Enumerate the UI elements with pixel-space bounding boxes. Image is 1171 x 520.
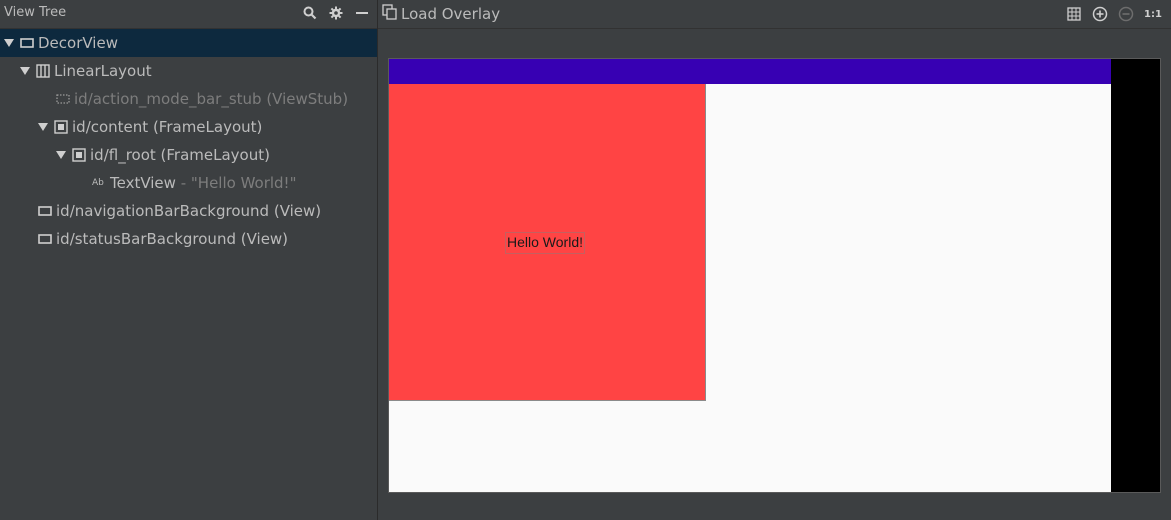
minimize-icon[interactable] [353,4,371,22]
tree-item-navigation-bar-background[interactable]: id/navigationBarBackground (View) [0,197,377,225]
tree-item-content[interactable]: id/content (FrameLayout) [0,113,377,141]
actual-size-button[interactable]: 1:1 [1143,5,1163,23]
navigation-bar-background[interactable] [1111,59,1160,492]
expand-arrow-icon[interactable] [20,66,30,76]
expand-arrow-icon[interactable] [38,122,48,132]
view-icon [20,36,34,50]
device-preview[interactable]: Hello World! [388,58,1161,493]
tree-item-action-mode-bar-stub[interactable]: id/action_mode_bar_stub (ViewStub) [0,85,377,113]
tree-item-label: LinearLayout [54,62,152,80]
linear-layout-icon [36,64,50,78]
tree-item-label: TextView [110,174,176,192]
layout-inspector: View Tree DecorView LinearLayout id/acti… [0,0,1171,520]
expand-arrow-icon[interactable] [56,150,66,160]
view-stub-icon [56,92,70,106]
tree-item-label: id/statusBarBackground (View) [56,230,289,248]
gear-icon[interactable] [327,4,345,22]
fl-root-frame[interactable]: Hello World! [389,84,706,401]
tree-item-decor-view[interactable]: DecorView [0,29,377,57]
tree-item-fl-root[interactable]: id/fl_root (FrameLayout) [0,141,377,169]
expand-arrow-icon[interactable] [4,38,14,48]
zoom-out-icon[interactable] [1117,5,1135,23]
view-tree: DecorView LinearLayout id/action_mode_ba… [0,29,377,253]
search-icon[interactable] [301,4,319,22]
tree-item-label: id/navigationBarBackground (View) [56,202,322,220]
tree-item-suffix: - "Hello World!" [175,174,297,192]
load-overlay-button[interactable]: Load Overlay [382,3,500,25]
view-icon [38,204,52,218]
tree-item-label: id/fl_root (FrameLayout) [90,146,270,164]
tree-item-linear-layout[interactable]: LinearLayout [0,57,377,85]
tree-item-status-bar-background[interactable]: id/statusBarBackground (View) [0,225,377,253]
content-frame[interactable]: Hello World! [389,84,1111,492]
text-view-icon: Ab [92,178,104,188]
view-icon [38,232,52,246]
hello-world-text-view[interactable]: Hello World! [505,232,585,254]
view-tree-panel: View Tree DecorView LinearLayout id/acti… [0,0,378,520]
frame-layout-icon [54,120,68,134]
zoom-in-icon[interactable] [1091,5,1109,23]
frame-layout-icon [72,148,86,162]
preview-toolbar: Load Overlay 1:1 [378,0,1171,29]
overlay-icon [382,4,398,24]
zoom-controls: 1:1 [1065,4,1163,24]
status-bar-background[interactable] [389,59,1111,84]
view-tree-header: View Tree [0,0,377,29]
preview-panel: Load Overlay 1:1 Hello World! [378,0,1171,520]
tree-item-label: id/action_mode_bar_stub (ViewStub) [74,90,349,108]
panel-title: View Tree [4,5,67,20]
tree-item-label: DecorView [38,34,118,52]
header-actions [301,3,371,23]
tree-item-label: id/content (FrameLayout) [72,118,263,136]
tree-item-text-view[interactable]: Ab TextView - "Hello World!" [0,169,377,197]
grid-icon[interactable] [1065,5,1083,23]
load-overlay-label: Load Overlay [401,5,501,23]
